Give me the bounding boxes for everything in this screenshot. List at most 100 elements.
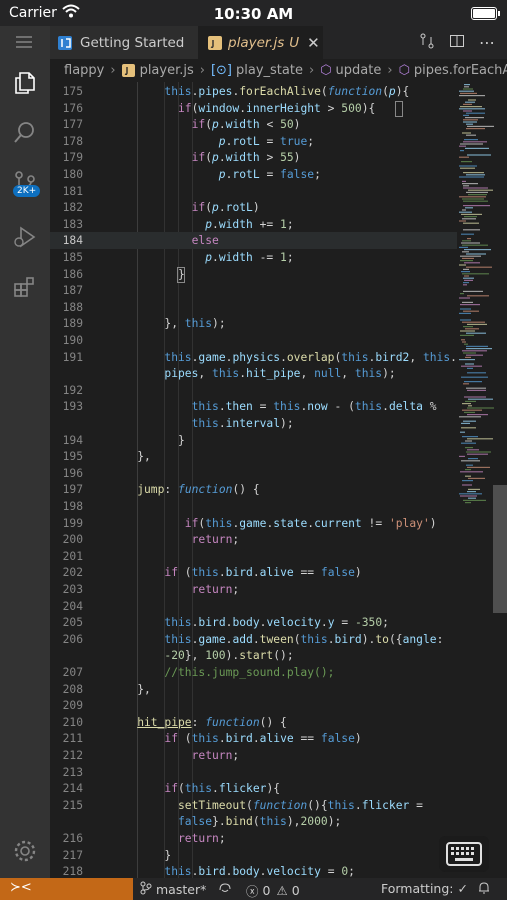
tab-player-js[interactable]: player.js U ✕ bbox=[198, 26, 323, 59]
line-number: 192 bbox=[62, 383, 83, 397]
line-number: 180 bbox=[62, 168, 83, 181]
remote-icon: ≻< bbox=[10, 880, 32, 895]
minimap-line bbox=[464, 396, 486, 398]
code-line: 205 this.bird.body.velocity.y = -350; bbox=[50, 614, 457, 631]
problems-indicator[interactable]: ⓧ 0 ⚠ 0 bbox=[246, 881, 300, 900]
line-number: 182 bbox=[62, 201, 83, 215]
explorer-icon[interactable] bbox=[12, 70, 38, 96]
line-number: 217 bbox=[62, 848, 83, 862]
extensions-icon[interactable] bbox=[12, 274, 38, 300]
code-text: jump: function() { bbox=[137, 483, 260, 497]
minimap-line bbox=[461, 242, 480, 244]
minimap-line bbox=[468, 477, 485, 479]
minimap-line bbox=[460, 143, 483, 145]
code-line: 198 bbox=[50, 498, 457, 515]
minimap-line bbox=[464, 411, 475, 413]
minimap-line bbox=[459, 220, 466, 222]
breadcrumb-method[interactable]: update bbox=[336, 63, 382, 78]
minimap-line bbox=[462, 132, 471, 134]
minimap-line bbox=[465, 356, 471, 358]
line-number: 176 bbox=[62, 101, 83, 115]
line-number: 213 bbox=[62, 765, 83, 779]
ios-status-bar: Carrier 10:30 AM bbox=[0, 0, 507, 26]
code-line: this.interval); bbox=[50, 415, 457, 432]
chevron-right-icon: › bbox=[199, 63, 205, 78]
minimap[interactable] bbox=[457, 82, 500, 878]
open-changes-icon[interactable] bbox=[419, 33, 435, 53]
keyboard-toggle-button[interactable] bbox=[439, 836, 489, 872]
line-number: 202 bbox=[62, 566, 83, 580]
code-text: return; bbox=[178, 832, 226, 845]
minimap-line bbox=[463, 277, 474, 279]
code-text: this.interval); bbox=[191, 417, 294, 430]
tab-getting-started[interactable]: Getting Started bbox=[50, 26, 198, 59]
formatting-label: Formatting: bbox=[381, 881, 454, 896]
minimap-line bbox=[462, 484, 472, 486]
sync-icon[interactable] bbox=[217, 881, 233, 895]
minimap-line bbox=[463, 284, 467, 286]
split-editor-icon[interactable] bbox=[449, 33, 465, 53]
code-editor[interactable]: 175 this.pipes.forEachAlive(function(p){1… bbox=[50, 82, 457, 878]
code-line: 191 this.game.physics.overlap(this.bird2,… bbox=[50, 349, 457, 366]
minimap-line bbox=[467, 438, 493, 440]
breadcrumb-call[interactable]: pipes.forEachAlive() bbox=[414, 63, 507, 78]
formatting-indicator[interactable]: Formatting: ✓ bbox=[381, 881, 468, 896]
minimap-line bbox=[464, 279, 473, 281]
code-line: 214 if(this.flicker){ bbox=[50, 780, 457, 797]
settings-gear-icon[interactable] bbox=[12, 838, 38, 864]
minimap-line bbox=[463, 119, 478, 121]
minimap-line bbox=[462, 218, 476, 220]
code-line: 210 hit_pipe: function() { bbox=[50, 714, 457, 731]
variable-icon: [⊙] bbox=[210, 63, 233, 78]
minimap-line bbox=[463, 222, 479, 224]
code-line: 181 bbox=[50, 183, 457, 200]
minimap-line bbox=[466, 387, 486, 389]
minimap-line bbox=[467, 389, 486, 391]
minimap-line bbox=[467, 407, 494, 409]
scm-badge: 2K+ bbox=[13, 185, 41, 197]
minimap-line bbox=[461, 213, 482, 215]
code-line: 197 jump: function() { bbox=[50, 481, 457, 498]
branch-indicator[interactable]: master* bbox=[140, 881, 206, 898]
minimap-line bbox=[461, 422, 470, 424]
line-number: 190 bbox=[62, 334, 83, 347]
minimap-line bbox=[464, 343, 468, 345]
minimap-line bbox=[460, 304, 480, 306]
minimap-line bbox=[462, 244, 488, 246]
minimap-line bbox=[460, 106, 482, 108]
minimap-line bbox=[465, 469, 471, 471]
code-text: if (this.bird.alive == false) bbox=[164, 732, 362, 746]
error-icon: ⓧ bbox=[246, 884, 259, 899]
clock: 10:30 AM bbox=[213, 5, 294, 23]
code-line: 217} bbox=[50, 847, 457, 864]
more-actions-icon[interactable]: ⋯ bbox=[479, 33, 495, 52]
minimap-line bbox=[459, 246, 468, 248]
code-text: } bbox=[164, 848, 172, 862]
code-text: p.rotL = false; bbox=[218, 168, 321, 181]
line-number: 201 bbox=[62, 549, 83, 563]
line-number: 184 bbox=[62, 234, 83, 248]
close-icon[interactable]: ✕ bbox=[307, 34, 320, 52]
vertical-scrollbar[interactable] bbox=[493, 485, 507, 613]
menu-icon[interactable] bbox=[14, 32, 40, 58]
code-text: } bbox=[178, 433, 185, 447]
minimap-line bbox=[460, 495, 477, 497]
notifications-bell-icon[interactable] bbox=[477, 881, 491, 895]
minimap-line bbox=[462, 240, 471, 242]
search-icon[interactable] bbox=[12, 120, 38, 146]
breadcrumb-symbol[interactable]: play_state bbox=[236, 63, 303, 78]
minimap-line bbox=[465, 400, 476, 402]
minimap-line bbox=[460, 260, 473, 262]
line-number: 179 bbox=[62, 151, 83, 165]
minimap-line bbox=[465, 328, 479, 330]
breadcrumb-file[interactable]: player.js bbox=[140, 63, 194, 78]
debug-icon[interactable] bbox=[12, 224, 38, 250]
minimap-line bbox=[468, 488, 480, 490]
minimap-line bbox=[465, 475, 471, 477]
status-bar: ≻< master* ⓧ 0 ⚠ 0 Formatting: ✓ bbox=[0, 878, 507, 900]
minimap-line bbox=[464, 84, 470, 86]
remote-indicator[interactable]: ≻< bbox=[0, 878, 133, 900]
line-number: 206 bbox=[62, 632, 83, 646]
code-line: 218 this.bird.body.velocity = 0; bbox=[50, 863, 457, 878]
breadcrumb-folder[interactable]: flappy bbox=[64, 63, 104, 78]
